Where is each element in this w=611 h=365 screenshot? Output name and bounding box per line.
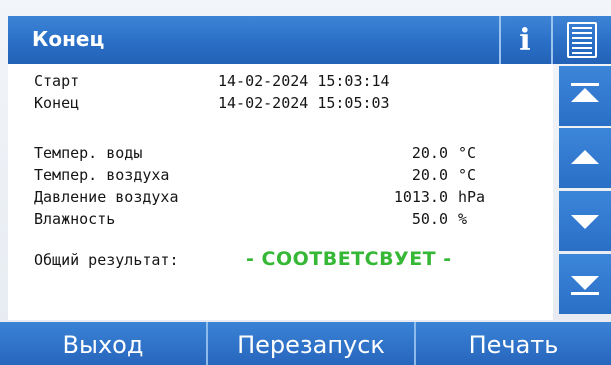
restart-button[interactable]: Перезапуск xyxy=(208,322,414,365)
list-icon xyxy=(567,22,597,58)
exit-label: Выход xyxy=(62,331,144,359)
start-label: Старт xyxy=(34,72,80,90)
report-button[interactable] xyxy=(551,16,611,64)
restart-label: Перезапуск xyxy=(237,331,385,359)
info-icon: i xyxy=(519,22,531,58)
print-button[interactable]: Печать xyxy=(416,322,611,365)
results-panel: Старт 14-02-2024 15:03:14 Конец 14-02-20… xyxy=(8,64,553,320)
air-temp-unit: °C xyxy=(458,166,477,184)
scroll-bottom-button[interactable] xyxy=(559,254,611,314)
air-temp-value: 20.0 xyxy=(411,166,448,184)
water-temp-unit: °C xyxy=(458,144,477,162)
end-label: Конец xyxy=(34,94,80,112)
end-value: 14-02-2024 15:05:03 xyxy=(218,94,390,112)
water-temp-label: Темпер. воды xyxy=(34,144,143,162)
scroll-down-icon xyxy=(571,215,599,229)
air-pressure-label: Давление воздуха xyxy=(34,188,179,206)
exit-button[interactable]: Выход xyxy=(0,322,206,365)
humidity-unit: % xyxy=(458,210,468,228)
scroll-down-button[interactable] xyxy=(559,191,611,251)
scroll-top-button[interactable] xyxy=(559,66,611,126)
air-pressure-unit: hPa xyxy=(458,188,486,206)
air-temp-label: Темпер. воздуха xyxy=(34,166,170,184)
scroll-bottom-icon xyxy=(571,276,599,290)
page-title: Конец xyxy=(32,27,105,51)
result-status: - СООТВЕТСВУЕТ - xyxy=(246,248,452,270)
start-value: 14-02-2024 15:03:14 xyxy=(218,72,390,90)
water-temp-value: 20.0 xyxy=(411,144,448,162)
device-screen: Конец i Старт 14-02-2024 15:03:14 Конец … xyxy=(0,0,611,365)
info-button[interactable]: i xyxy=(499,16,549,64)
scroll-up-icon xyxy=(571,150,599,164)
bottom-bar: Выход Перезапуск Печать xyxy=(0,322,611,365)
scroll-up-button[interactable] xyxy=(559,128,611,188)
title-bar: Конец i xyxy=(8,16,611,64)
result-label: Общий результат: xyxy=(34,251,179,269)
print-label: Печать xyxy=(468,331,559,359)
humidity-label: Влажность xyxy=(34,210,116,228)
humidity-value: 50.0 xyxy=(411,210,448,228)
air-pressure-value: 1013.0 xyxy=(393,188,448,206)
scroll-top-icon xyxy=(571,83,599,86)
